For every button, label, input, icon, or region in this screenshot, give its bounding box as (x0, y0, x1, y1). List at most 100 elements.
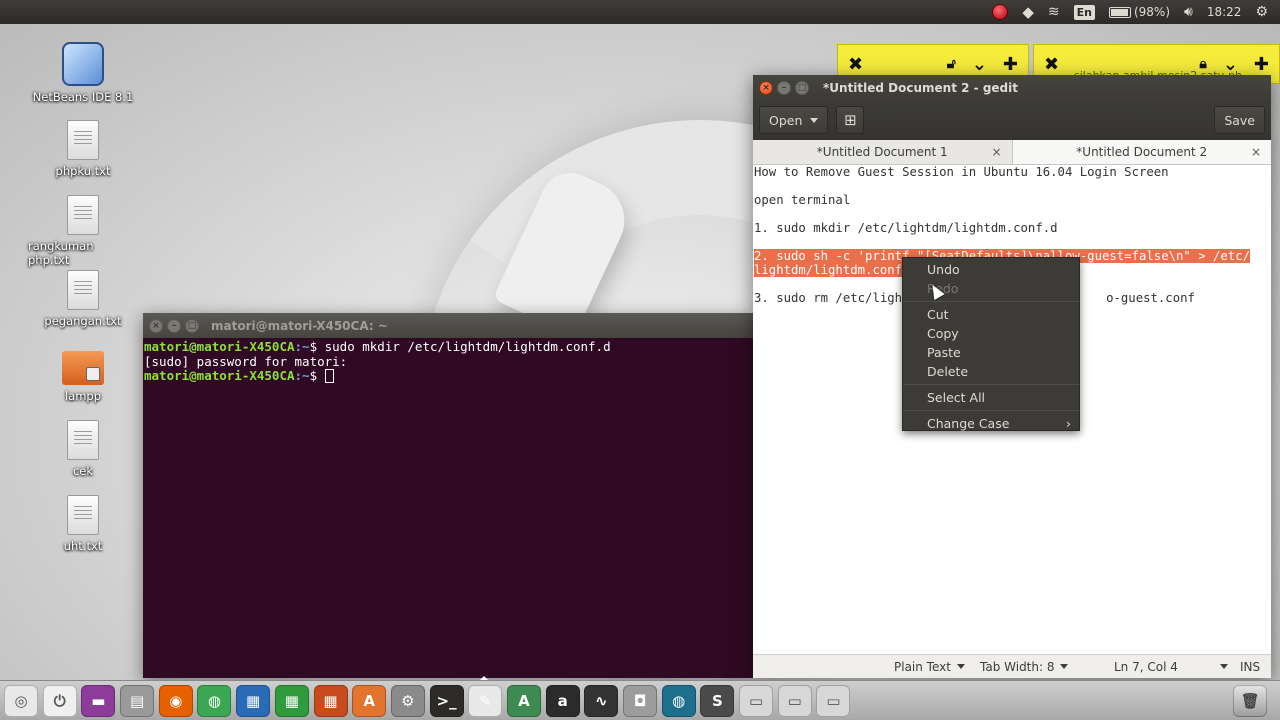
impress-icon[interactable]: ▦ (313, 684, 348, 717)
text-file-icon (67, 420, 99, 460)
add-icon[interactable]: ✚ (1254, 54, 1269, 75)
tab-untitled-document-2[interactable]: *Untitled Document 2 × (1011, 140, 1271, 164)
drive-3-icon[interactable]: ▭ (816, 684, 851, 717)
new-document-button[interactable]: ⊞ (836, 106, 865, 134)
menu-item-delete[interactable]: Delete (903, 362, 1079, 381)
gedit-title: *Untitled Document 2 - gedit (823, 80, 1018, 95)
trash-icon[interactable]: 🗑︎ (1233, 684, 1268, 717)
text-file-icon (67, 495, 99, 535)
clock[interactable]: 18:22 (1207, 5, 1242, 19)
software-center-icon[interactable]: A (352, 684, 387, 717)
record-icon[interactable] (992, 4, 1009, 20)
dash-icon[interactable]: ◎ (4, 684, 38, 717)
chrome-icon[interactable]: ◍ (197, 684, 232, 717)
desktop-icon-label: NetBeans IDE 8.1 (32, 90, 134, 104)
desktop-icon-uht[interactable]: uht.txt (28, 495, 138, 553)
battery-indicator[interactable]: (98%) (1108, 5, 1171, 19)
desktop-icon-rangkuman[interactable]: rangkuman php.txt (28, 195, 138, 267)
close-icon[interactable]: ✖ (848, 54, 863, 75)
menu-separator (903, 384, 1079, 385)
lock-icon[interactable]: 🔓︎ (947, 56, 956, 72)
menu-item-select-all[interactable]: Select All (903, 388, 1079, 407)
desktop-icon-pegangan[interactable]: pegangan.txt (28, 270, 138, 328)
tab-untitled-document-1[interactable]: *Untitled Document 1 × (753, 140, 1012, 164)
gedit-titlebar[interactable]: × – □ *Untitled Document 2 - gedit (753, 75, 1271, 100)
terminal-titlebar[interactable]: × – □ matori@matori-X450CA: ~ (143, 313, 753, 338)
writer-icon[interactable]: ▦ (236, 684, 271, 717)
menu-item-undo[interactable]: Undo (903, 260, 1079, 279)
tab-width-selector[interactable]: Tab Width: 8 (980, 660, 1069, 674)
new-document-icon: ⊞ (844, 111, 857, 129)
close-icon[interactable]: ✖ (1044, 54, 1059, 75)
menu-item-paste[interactable]: Paste (903, 343, 1079, 362)
chevron-down-icon (956, 664, 965, 669)
desktop-icon-cek[interactable]: cek (28, 420, 138, 478)
save-button[interactable]: Save (1214, 106, 1265, 134)
settings-icon[interactable]: ⚙ (390, 684, 425, 717)
drive-2-icon[interactable]: ▭ (777, 684, 812, 717)
desktop-icon-label: phpku.txt (55, 164, 111, 178)
gedit-statusbar: Plain Text Tab Width: 8 Ln 7, Col 4 INS (753, 654, 1271, 678)
desktop-icon-label: uht.txt (63, 539, 103, 553)
gedit-toolbar: Open ⊞ Save (753, 100, 1271, 140)
app-purple-icon[interactable]: ▬ (81, 684, 116, 717)
desktop-icon-label: rangkuman php.txt (28, 239, 94, 267)
menu-item-copy[interactable]: Copy (903, 324, 1079, 343)
terminal-window[interactable]: × – □ matori@matori-X450CA: ~ matori@mat… (143, 313, 753, 678)
desktop-icon-phpku[interactable]: phpku.txt (28, 120, 138, 178)
language-selector[interactable]: Plain Text (894, 660, 965, 674)
wifi-icon[interactable]: ≋ (1048, 4, 1060, 20)
chevron-down-icon[interactable]: ⌄ (972, 54, 987, 75)
keyboard-layout-indicator[interactable]: En (1073, 4, 1095, 20)
desktop-icon-label: cek (72, 464, 94, 478)
system-monitor-icon[interactable]: ∿ (584, 684, 619, 717)
minimize-icon[interactable]: – (777, 80, 791, 95)
desktop-icon-label: pegangan.txt (44, 314, 122, 328)
folder-icon (62, 351, 104, 385)
close-icon[interactable]: × (149, 318, 163, 333)
maximize-icon[interactable]: □ (795, 80, 809, 95)
battery-percent: (98%) (1133, 5, 1171, 19)
tab-label: *Untitled Document 1 (816, 145, 948, 159)
desktop-icon-label: lampp (64, 389, 102, 403)
calc-icon[interactable]: ▦ (274, 684, 309, 717)
sublime-icon[interactable]: S (700, 684, 735, 717)
desktop-icon-netbeans[interactable]: NetBeans IDE 8.1 (28, 42, 138, 104)
terminal-icon[interactable]: >_ (429, 684, 464, 717)
maximize-icon[interactable]: □ (185, 318, 199, 333)
close-icon[interactable]: × (759, 80, 773, 95)
chevron-down-icon (810, 117, 819, 123)
globe-icon[interactable]: ◍ (661, 684, 696, 717)
desktop-icon-lampp[interactable]: lampp (28, 345, 138, 403)
terminal-line: matori@matori-X450CA:~$ (144, 368, 753, 384)
power-icon[interactable]: ⏻ (42, 684, 77, 717)
drive-1-icon[interactable]: ▭ (739, 684, 774, 717)
text-file-icon (67, 270, 99, 310)
bottom-dock: ◎ ⏻ ▬ ▤ ◉ ◍ ▦ ▦ ▦ A ⚙ >_ ✎ Aa ∿ ◘ ◍ S ▭ ▭ ▭ 🗑︎ (0, 680, 1280, 720)
android-studio-icon[interactable]: A (506, 684, 541, 717)
menu-separator (903, 410, 1079, 411)
volume-icon[interactable]: 🔊︎ (1184, 4, 1193, 20)
terminal-cursor (324, 369, 334, 383)
dropbox-icon[interactable]: ◆ (1022, 3, 1034, 21)
terminal-line: matori@matori-X450CA:~$ sudo mkdir /etc/… (144, 339, 611, 354)
open-button[interactable]: Open (759, 106, 829, 134)
terminal-title: matori@matori-X450CA: ~ (211, 318, 388, 333)
add-icon[interactable]: ✚ (1003, 54, 1018, 75)
files-icon[interactable]: ▤ (120, 684, 155, 717)
gear-icon[interactable]: ⚙ (1255, 4, 1268, 20)
menu-separator (903, 301, 1079, 302)
cursor-position-selector[interactable]: Ln 7, Col 4 (1114, 660, 1228, 674)
menu-item-change-case[interactable]: Change Case › (903, 414, 1079, 433)
terminal-output[interactable]: matori@matori-X450CA:~$ sudo mkdir /etc/… (143, 338, 753, 384)
menu-item-cut[interactable]: Cut (903, 305, 1079, 324)
screenshot-icon[interactable]: ◘ (623, 684, 657, 717)
text-editor-icon[interactable]: ✎ (468, 684, 503, 717)
selected-text: lightdm/lightdm.conf (754, 263, 903, 277)
close-icon[interactable]: × (1251, 145, 1261, 159)
firefox-icon[interactable]: ◉ (158, 684, 193, 717)
context-menu: Undo Redo Cut Copy Paste Delete Select A… (902, 257, 1080, 431)
amazon-icon[interactable]: a (545, 684, 580, 717)
minimize-icon[interactable]: – (167, 318, 181, 333)
close-icon[interactable]: × (991, 145, 1001, 159)
